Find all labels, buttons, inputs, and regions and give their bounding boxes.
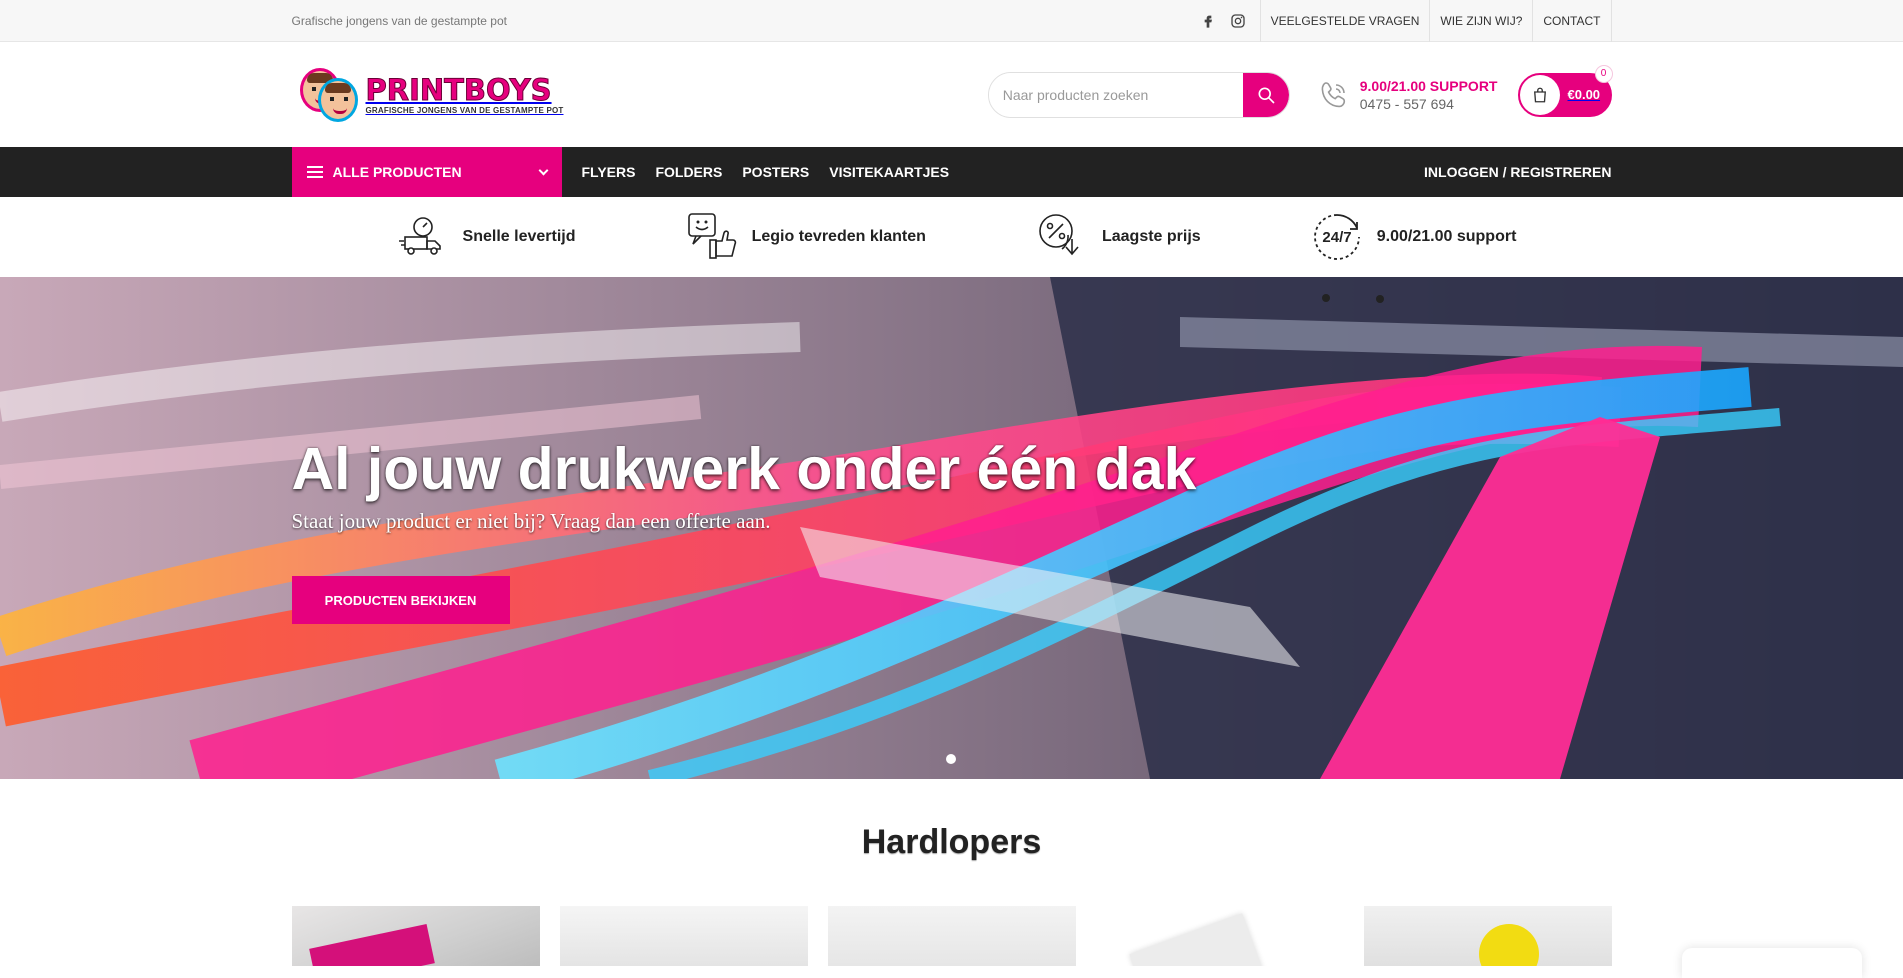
nav-link-business-cards[interactable]: VISITEKAARTJES — [819, 147, 959, 197]
support-hours: 9.00/21.00 SUPPORT — [1359, 77, 1498, 94]
product-card-image[interactable] — [1095, 906, 1344, 966]
topbar-right: VEELGESTELDE VRAGEN WIE ZIJN WIJ? CONTAC… — [1200, 0, 1612, 42]
search-button[interactable] — [1242, 72, 1289, 117]
usp-label: Legio tevreden klanten — [751, 228, 926, 245]
nav-link-posters[interactable]: POSTERS — [732, 147, 819, 197]
svg-text:24/7: 24/7 — [1322, 229, 1351, 246]
nav-link-folders[interactable]: FOLDERS — [645, 147, 732, 197]
shopping-bag-icon — [1519, 74, 1560, 115]
logo-brand: PRINTBOYS — [365, 72, 552, 107]
product-card-image[interactable] — [291, 906, 540, 966]
hero-subtitle: Staat jouw product er niet bij? Vraag da… — [291, 509, 771, 533]
support-phone[interactable]: 0475 - 557 694 — [1360, 96, 1498, 112]
product-card-image[interactable] — [827, 906, 1076, 966]
search-icon — [1258, 87, 1275, 103]
usp-item: Snelle levertijd — [397, 211, 576, 263]
chat-widget[interactable] — [1682, 948, 1862, 978]
all-products-menu[interactable]: ALLE PRODUCTEN — [291, 147, 562, 197]
hamburger-icon — [306, 166, 323, 178]
product-card-image[interactable] — [559, 906, 808, 966]
usp-item: 24/7 9.00/21.00 support — [1311, 211, 1517, 263]
product-card-image[interactable] — [1363, 906, 1612, 966]
logo-mascot-icon — [298, 64, 360, 126]
search-form — [987, 71, 1290, 118]
usp-item: Legio tevreden klanten — [686, 211, 926, 263]
support-info: 9.00/21.00 SUPPORT 0475 - 557 694 — [1318, 78, 1498, 112]
happy-customer-icon — [687, 213, 736, 259]
top-link-contact[interactable]: CONTACT — [1532, 0, 1612, 42]
logo[interactable]: PRINTBOYS GRAFISCHE JONGENS VAN DE GESTA… — [298, 64, 564, 126]
header-right: 9.00/21.00 SUPPORT 0475 - 557 694 €0.00 … — [987, 65, 1612, 118]
product-grid — [291, 906, 1612, 966]
usp-label: Laagste prijs — [1101, 228, 1201, 245]
instagram-icon[interactable] — [1230, 13, 1246, 29]
usp-item: Laagste prijs — [1036, 211, 1201, 263]
nav-link-flyers[interactable]: FLYERS — [572, 147, 646, 197]
view-products-button[interactable]: PRODUCTEN BEKIJKEN — [291, 576, 510, 624]
top-link-about[interactable]: WIE ZIJN WIJ? — [1429, 0, 1532, 42]
phone-icon — [1318, 79, 1350, 111]
discount-icon — [1039, 214, 1079, 256]
main-nav: ALLE PRODUCTEN FLYERS FOLDERS POSTERS VI… — [0, 147, 1903, 197]
all-products-label: ALLE PRODUCTEN — [332, 164, 462, 180]
section-title: Hardlopers — [861, 823, 1042, 861]
chevron-down-icon — [538, 165, 548, 175]
header: PRINTBOYS GRAFISCHE JONGENS VAN DE GESTA… — [0, 42, 1903, 147]
nav-links: FLYERS FOLDERS POSTERS VISITEKAARTJES — [572, 147, 960, 197]
cart-count-badge: 0 — [1595, 65, 1612, 82]
facebook-icon[interactable] — [1200, 13, 1216, 29]
hero-title: Al jouw drukwerk onder één dak — [291, 436, 1197, 502]
featured-section: Hardlopers — [291, 823, 1612, 966]
login-register-link[interactable]: INLOGGEN / REGISTREREN — [1424, 164, 1611, 180]
logo-subtitle: GRAFISCHE JONGENS VAN DE GESTAMPTE POT — [365, 105, 564, 115]
usp-bar: Snelle levertijd Legio tevreden klanten — [0, 197, 1903, 277]
cart-button[interactable]: €0.00 0 — [1517, 65, 1612, 117]
usp-label: 9.00/21.00 support — [1376, 228, 1517, 245]
logo-text: PRINTBOYS GRAFISCHE JONGENS VAN DE GESTA… — [365, 72, 564, 115]
top-bar: Grafische jongens van de gestampte pot V… — [0, 0, 1903, 42]
usp-label: Snelle levertijd — [462, 228, 576, 245]
slider-dot[interactable] — [946, 754, 956, 764]
search-input[interactable] — [988, 72, 1243, 117]
hero-slider: Al jouw drukwerk onder één dak Staat jou… — [0, 277, 1903, 779]
hero-background-image — [0, 277, 1903, 779]
cart-total: €0.00 — [1567, 87, 1601, 102]
social-links — [1200, 13, 1260, 29]
tagline: Grafische jongens van de gestampte pot — [291, 14, 507, 28]
24-7-icon: 24/7 — [1313, 214, 1360, 260]
top-link-faq[interactable]: VEELGESTELDE VRAGEN — [1259, 0, 1430, 42]
fast-delivery-icon — [398, 217, 441, 255]
